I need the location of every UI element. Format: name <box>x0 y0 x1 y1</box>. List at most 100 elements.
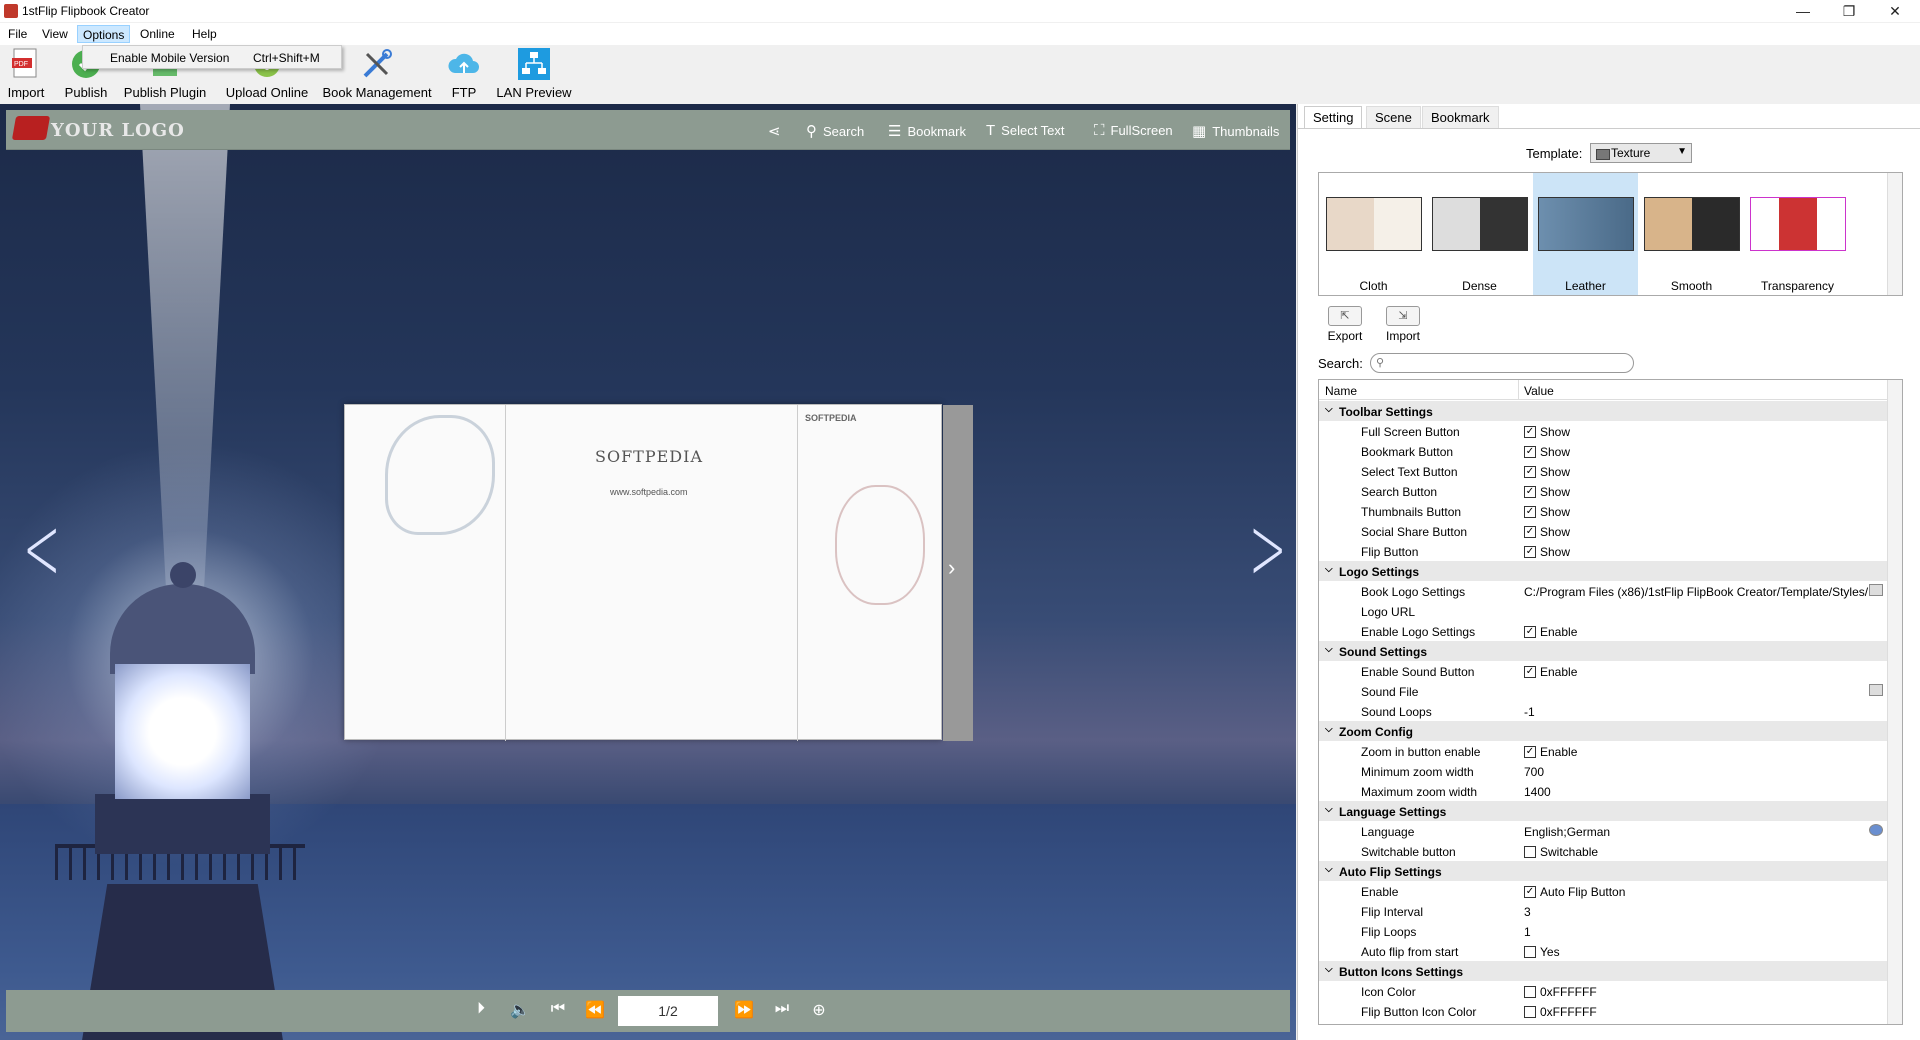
property-value-cell[interactable]: 0xFFFFFF <box>1524 1005 1597 1019</box>
collapse-icon[interactable]: ⌵ <box>1325 724 1333 735</box>
template-select[interactable]: Texture ▼ <box>1590 143 1692 163</box>
checkbox[interactable]: ✓ <box>1524 666 1536 678</box>
category-row[interactable]: ⌵ Button Icons Settings <box>1319 961 1889 981</box>
property-value-cell[interactable]: 1400 <box>1524 785 1551 799</box>
property-value-cell[interactable]: 3 <box>1524 905 1531 919</box>
gallery-scrollbar[interactable] <box>1887 173 1902 295</box>
property-row[interactable]: Language English;German <box>1319 821 1889 841</box>
import-button[interactable]: PDF Import <box>4 47 48 103</box>
property-value-cell[interactable]: C:/Program Files (x86)/1stFlip FlipBook … <box>1524 585 1868 599</box>
property-value-cell[interactable]: ✓ Show <box>1524 505 1570 519</box>
checkbox[interactable]: ✓ <box>1524 446 1536 458</box>
checkbox[interactable]: ✓ <box>1524 886 1536 898</box>
fullscreen-button[interactable]: ⛶ FullScreen <box>1094 122 1173 139</box>
search-button[interactable]: ⚲ Search <box>806 122 864 140</box>
ftp-button[interactable]: FTP <box>446 47 482 103</box>
checkbox[interactable]: ✓ <box>1524 626 1536 638</box>
zoom-in-icon[interactable]: ⊕ <box>808 1000 830 1020</box>
property-row[interactable]: Search Button ✓ Show <box>1319 481 1889 501</box>
collapse-icon[interactable]: ⌵ <box>1325 564 1333 575</box>
property-row[interactable]: Flip Interval 3 <box>1319 901 1889 921</box>
collapse-icon[interactable]: ⌵ <box>1325 804 1333 815</box>
property-row[interactable]: Maximum zoom width 1400 <box>1319 781 1889 801</box>
volume-icon[interactable]: 🔈 <box>509 1000 531 1020</box>
property-row[interactable]: Social Share Button ✓ Show <box>1319 521 1889 541</box>
thumbnails-button[interactable]: ▦ Thumbnails <box>1192 122 1279 140</box>
property-row[interactable]: Zoom in button enable ✓ Enable <box>1319 741 1889 761</box>
folder-browse-icon[interactable] <box>1869 684 1883 696</box>
tab-bookmark[interactable]: Bookmark <box>1422 106 1499 128</box>
template-thumb-smooth[interactable]: Smooth <box>1639 173 1744 295</box>
category-row[interactable]: ⌵ Logo Settings <box>1319 561 1889 581</box>
category-row[interactable]: ⌵ Auto Flip Settings <box>1319 861 1889 881</box>
property-value-cell[interactable]: ✓ Show <box>1524 545 1570 559</box>
property-value-cell[interactable]: ✓ Enable <box>1524 745 1577 759</box>
property-row[interactable]: Book Logo Settings C:/Program Files (x86)… <box>1319 581 1889 601</box>
next-page-icon[interactable]: ⏩ <box>733 1000 755 1020</box>
checkbox[interactable]: ✓ <box>1524 546 1536 558</box>
collapse-icon[interactable]: ⌵ <box>1325 964 1333 975</box>
category-row[interactable]: ⌵ Language Settings <box>1319 801 1889 821</box>
property-row[interactable]: Thumbnails Button ✓ Show <box>1319 501 1889 521</box>
page-number-input[interactable]: 1/2 <box>618 996 718 1026</box>
property-value-cell[interactable]: ✓ Show <box>1524 465 1570 479</box>
checkbox[interactable]: ✓ <box>1524 486 1536 498</box>
restore-icon[interactable]: ❐ <box>1826 0 1872 22</box>
menu-online[interactable]: Online <box>135 25 180 43</box>
checkbox[interactable] <box>1524 846 1536 858</box>
menu-help[interactable]: Help <box>187 25 222 43</box>
checkbox[interactable]: ✓ <box>1524 426 1536 438</box>
enable-mobile-version-item[interactable]: Enable Mobile Version <box>110 51 229 65</box>
property-row[interactable]: Enable ✓ Auto Flip Button <box>1319 881 1889 901</box>
category-row[interactable]: ⌵ Toolbar Settings <box>1319 401 1889 421</box>
property-row[interactable]: Sound Loops -1 <box>1319 701 1889 721</box>
select-text-button[interactable]: T Select Text <box>986 122 1065 139</box>
property-value-cell[interactable]: Switchable <box>1524 845 1598 859</box>
collapse-icon[interactable]: ⌵ <box>1325 644 1333 655</box>
settings-search-input[interactable] <box>1370 353 1634 373</box>
folder-browse-icon[interactable] <box>1869 584 1883 596</box>
menu-view[interactable]: View <box>37 25 73 43</box>
property-row[interactable]: Logo URL <box>1319 601 1889 621</box>
property-row[interactable]: Bookmark Button ✓ Show <box>1319 441 1889 461</box>
next-page-arrow[interactable]: > <box>1249 504 1287 594</box>
bookmark-button[interactable]: ☰ Bookmark <box>888 122 966 140</box>
category-row[interactable]: ⌵ Sound Settings <box>1319 641 1889 661</box>
color-swatch[interactable] <box>1524 986 1536 998</box>
category-row[interactable]: ⌵ Zoom Config <box>1319 721 1889 741</box>
property-row[interactable]: Minimum zoom width 700 <box>1319 761 1889 781</box>
flipbook[interactable]: SOFTPEDIA www.softpedia.com SOFTPEDIA › <box>344 404 973 741</box>
property-value-cell[interactable]: ✓ Show <box>1524 525 1570 539</box>
collapse-icon[interactable]: ⌵ <box>1325 404 1333 415</box>
color-swatch[interactable] <box>1524 1006 1536 1018</box>
checkbox[interactable] <box>1524 946 1536 958</box>
lan-preview-button[interactable]: LAN Preview <box>494 47 574 103</box>
property-row[interactable]: Switchable button Switchable <box>1319 841 1889 861</box>
property-row[interactable]: Enable Sound Button ✓ Enable <box>1319 661 1889 681</box>
column-divider[interactable] <box>1518 380 1519 400</box>
property-row[interactable]: Sound File <box>1319 681 1889 701</box>
export-button[interactable]: ⇱ Export <box>1322 306 1368 343</box>
minimize-icon[interactable]: — <box>1780 0 1826 22</box>
template-thumb-leather[interactable]: Leather <box>1533 173 1638 295</box>
property-row[interactable]: Flip Loops 1 <box>1319 921 1889 941</box>
property-value-cell[interactable]: ✓ Show <box>1524 425 1570 439</box>
property-value-cell[interactable]: English;German <box>1524 825 1610 839</box>
grid-scrollbar[interactable] <box>1887 380 1902 1024</box>
close-icon[interactable]: ✕ <box>1872 0 1918 22</box>
menu-file[interactable]: File <box>3 25 32 43</box>
property-value-cell[interactable]: ✓ Show <box>1524 445 1570 459</box>
property-value-cell[interactable]: ✓ Enable <box>1524 665 1577 679</box>
prev-page-arrow[interactable]: < <box>23 504 61 594</box>
template-thumb-dense[interactable]: Dense <box>1427 173 1532 295</box>
property-row[interactable]: Full Screen Button ✓ Show <box>1319 421 1889 441</box>
property-value-cell[interactable]: ✓ Show <box>1524 485 1570 499</box>
page-turn-chevron-icon[interactable]: › <box>948 555 955 581</box>
book-logo[interactable]: YOUR LOGO <box>51 120 185 141</box>
property-value-cell[interactable]: 1 <box>1524 925 1531 939</box>
share-button[interactable]: ⋖ <box>768 122 781 140</box>
property-value-cell[interactable]: ✓ Auto Flip Button <box>1524 885 1625 899</box>
template-thumb-transparency[interactable]: Transparency <box>1745 173 1850 295</box>
play-icon[interactable]: ⏵ <box>470 1000 492 1018</box>
checkbox[interactable]: ✓ <box>1524 746 1536 758</box>
